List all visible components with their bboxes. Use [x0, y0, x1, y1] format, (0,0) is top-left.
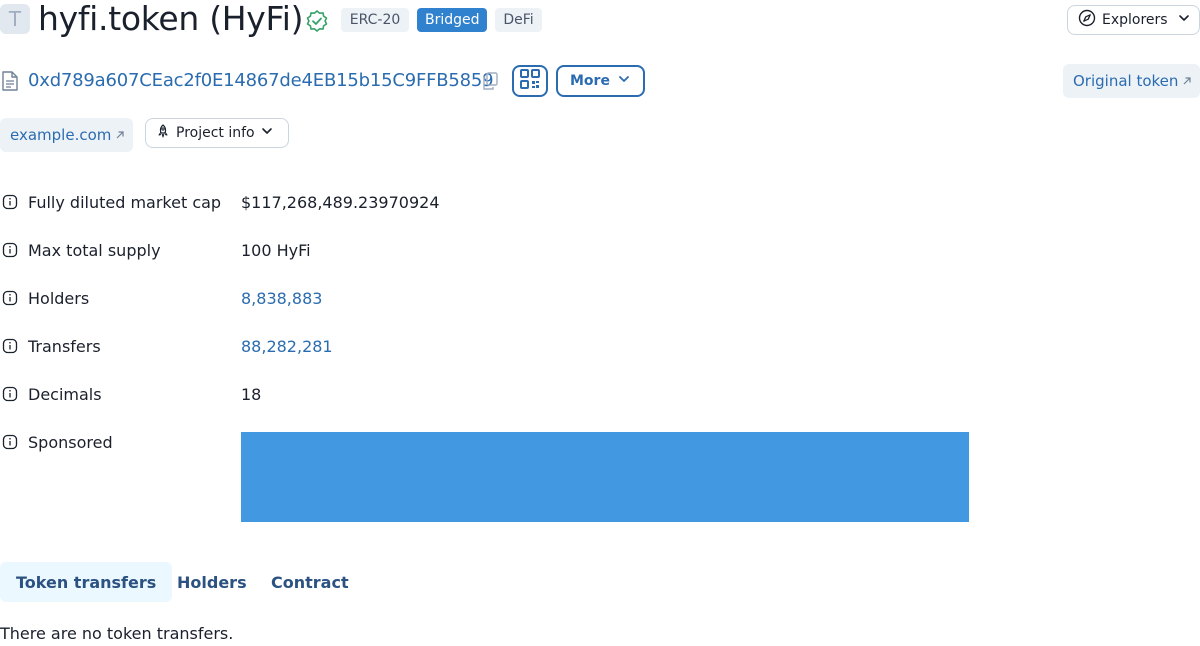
contract-document-icon	[1, 71, 19, 91]
project-info-button[interactable]: Project info	[145, 118, 289, 148]
detail-row-max-supply: Max total supply 100 HyFi	[0, 238, 1000, 262]
detail-label: Decimals	[28, 384, 102, 404]
chevron-down-icon	[261, 125, 273, 141]
more-button[interactable]: More	[556, 65, 645, 97]
token-address-link[interactable]: 0xd789a607CEac2f0E14867de4EB15b15C9FFB58…	[28, 69, 494, 93]
detail-row-market-cap: Fully diluted market cap $117,268,489.23…	[0, 190, 1000, 214]
transfers-count-link[interactable]: 88,282,281	[241, 337, 333, 356]
info-icon[interactable]	[2, 242, 18, 258]
detail-label: Transfers	[28, 336, 101, 356]
info-icon[interactable]	[2, 434, 18, 450]
detail-row-decimals: Decimals 18	[0, 382, 1000, 406]
empty-state-message: There are no token transfers.	[0, 624, 234, 643]
website-label: example.com	[10, 126, 112, 144]
explorers-button[interactable]: Explorers	[1067, 5, 1200, 35]
info-icon[interactable]	[2, 194, 18, 210]
holders-count-link[interactable]: 8,838,883	[241, 289, 322, 308]
original-token-label: Original token	[1073, 72, 1179, 90]
token-avatar: T	[0, 4, 30, 34]
chevron-down-icon	[1178, 12, 1190, 28]
info-icon[interactable]	[2, 338, 18, 354]
copy-icon[interactable]	[482, 72, 498, 90]
rocket-icon	[156, 124, 170, 142]
explorers-label: Explorers	[1102, 12, 1168, 28]
original-token-link[interactable]: Original token	[1063, 64, 1200, 98]
info-icon[interactable]	[2, 386, 18, 402]
qr-code-icon	[520, 69, 540, 93]
verified-icon	[305, 9, 329, 33]
detail-row-holders: Holders 8,838,883	[0, 286, 1000, 310]
decimals-value: 18	[241, 384, 262, 404]
website-link[interactable]: example.com	[0, 118, 133, 152]
tab-contract[interactable]: Contract	[255, 562, 365, 602]
sponsored-banner[interactable]	[241, 432, 969, 522]
page-title: hyfi.token (HyFi)	[38, 0, 304, 38]
tag-defi: DeFi	[495, 8, 542, 32]
detail-label: Max total supply	[28, 240, 161, 260]
tab-holders[interactable]: Holders	[161, 562, 263, 602]
compass-icon	[1078, 9, 1096, 31]
more-label: More	[570, 73, 610, 89]
detail-row-transfers: Transfers 88,282,281	[0, 334, 1000, 358]
tag-erc20: ERC-20	[341, 8, 409, 32]
tag-bridged: Bridged	[417, 8, 487, 32]
detail-label: Holders	[28, 288, 90, 308]
market-cap-value: $117,268,489.23970924	[241, 192, 440, 212]
max-supply-value: 100 HyFi	[241, 240, 311, 260]
project-info-label: Project info	[176, 125, 255, 141]
external-link-icon	[115, 126, 125, 144]
tab-token-transfers[interactable]: Token transfers	[0, 562, 173, 602]
external-link-icon	[1182, 72, 1192, 90]
qr-code-button[interactable]	[512, 65, 548, 97]
detail-label: Fully diluted market cap	[28, 192, 222, 212]
detail-label: Sponsored	[28, 432, 113, 452]
chevron-down-icon	[618, 73, 630, 89]
info-icon[interactable]	[2, 290, 18, 306]
